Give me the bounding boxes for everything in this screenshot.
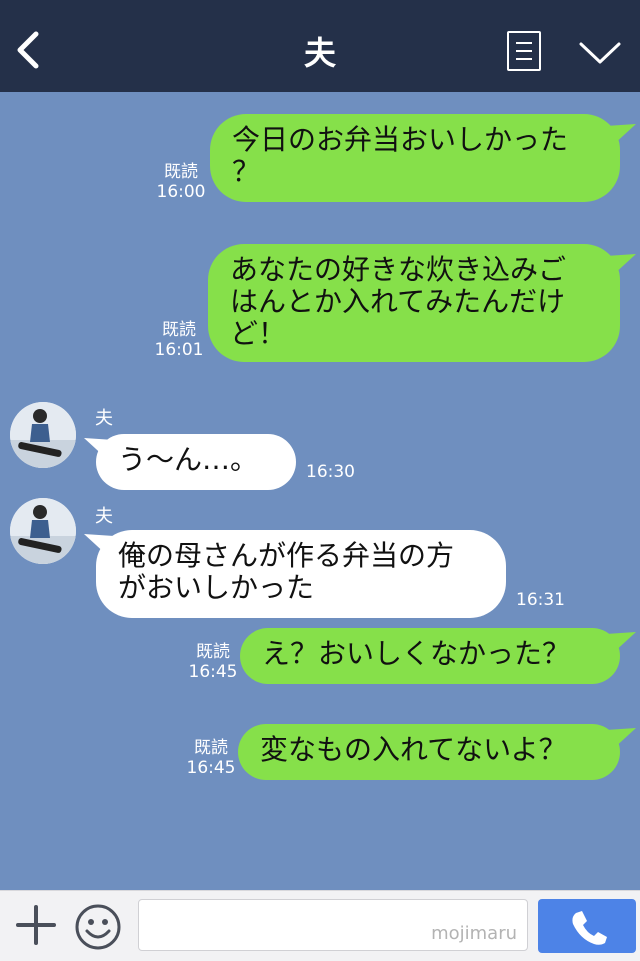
note-button[interactable]: [507, 31, 541, 71]
my-message-bubble[interactable]: あなたの好きな炊き込みご はんとか入れてみたんだけ ど！: [208, 244, 620, 362]
input-bar: mojimaru: [0, 890, 640, 961]
message-meta: 既読 16:45: [182, 642, 244, 682]
message-time: 16:31: [516, 590, 565, 610]
chat-title: 夫: [303, 34, 336, 72]
message-time: 16:00: [156, 182, 206, 202]
chevron-down-icon[interactable]: [578, 40, 622, 66]
message-meta: 既読 16:01: [148, 320, 210, 360]
avatar-image: [10, 402, 76, 468]
read-receipt: 既読: [162, 320, 196, 340]
smile-icon[interactable]: [74, 903, 122, 951]
my-message-bubble[interactable]: 変なもの入れてないよ？: [238, 724, 620, 780]
avatar[interactable]: [10, 402, 76, 468]
bubble-tail: [606, 254, 636, 276]
message-time: 16:45: [186, 758, 236, 778]
chat-header: 夫: [0, 0, 640, 92]
message-meta: 既読 16:45: [180, 738, 242, 778]
sender-name: 夫: [95, 408, 113, 429]
call-button[interactable]: [538, 899, 636, 953]
message-input[interactable]: mojimaru: [138, 899, 528, 951]
message-time: 16:30: [306, 462, 355, 482]
message-meta: 既読 16:00: [150, 162, 212, 202]
friend-message-bubble[interactable]: う～ん…。: [96, 434, 296, 490]
read-receipt: 既読: [164, 162, 198, 182]
bubble-tail: [606, 124, 636, 146]
friend-message-bubble[interactable]: 俺の母さんが作る弁当の方 がおいしかった: [96, 530, 506, 618]
my-message-bubble[interactable]: え？おいしくなかった？: [240, 628, 620, 684]
sender-name: 夫: [95, 506, 113, 527]
my-message-bubble[interactable]: 今日のお弁当おいしかった ？: [210, 114, 620, 202]
avatar-image: [10, 498, 76, 564]
read-receipt: 既読: [196, 642, 230, 662]
plus-icon[interactable]: [16, 905, 56, 945]
phone-icon: [572, 911, 607, 945]
watermark-text: mojimaru: [431, 923, 517, 944]
message-time: 16:45: [188, 662, 238, 682]
read-receipt: 既読: [194, 738, 228, 758]
bubble-tail: [606, 728, 636, 750]
message-time: 16:01: [154, 340, 204, 360]
bubble-tail: [606, 632, 636, 654]
avatar[interactable]: [10, 498, 76, 564]
message-list[interactable]: 今日のお弁当おいしかった ？ 既読 16:00 あなたの好きな炊き込みご はんと…: [0, 92, 640, 890]
